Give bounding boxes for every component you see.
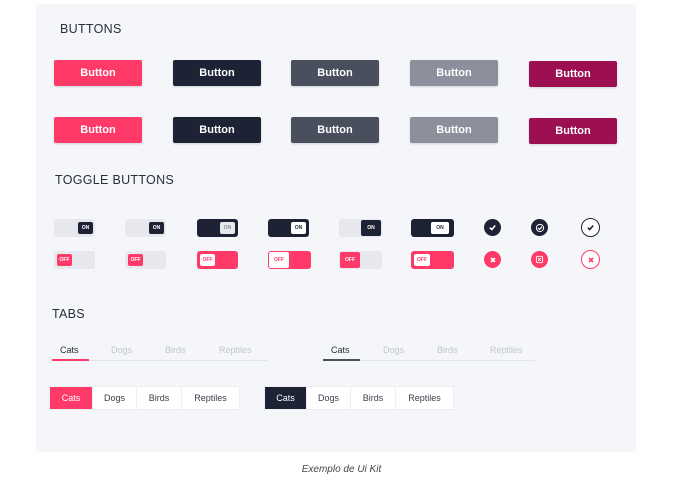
toggle-on-light-3[interactable]: ON xyxy=(339,219,382,237)
tab-reptiles[interactable]: Reptiles xyxy=(396,387,453,409)
close-square-filled-icon[interactable] xyxy=(531,251,548,268)
close-filled-icon[interactable] xyxy=(484,251,501,268)
toggles-section-title: TOGGLE BUTTONS xyxy=(55,173,175,187)
tab-reptiles[interactable]: Reptiles xyxy=(490,345,523,355)
button-navy[interactable]: Button xyxy=(173,60,261,86)
button-grey[interactable]: Button xyxy=(410,60,498,86)
tab-birds[interactable]: Birds xyxy=(351,387,396,409)
toggle-knob: OFF xyxy=(200,254,215,266)
check-outline-filled-icon[interactable] xyxy=(531,219,548,236)
segmented-tabs-pink: Cats Dogs Birds Reptiles xyxy=(50,387,239,409)
toggle-knob: ON xyxy=(291,222,306,234)
toggle-knob: ON xyxy=(361,220,381,236)
button-magenta[interactable]: Button xyxy=(529,61,617,87)
toggle-on-light-2[interactable]: ON xyxy=(125,219,166,237)
tabs-section-title: TABS xyxy=(52,307,85,321)
button-pink-hover[interactable]: Button xyxy=(54,117,142,143)
tab-dogs[interactable]: Dogs xyxy=(307,387,351,409)
toggle-knob: OFF xyxy=(414,254,430,266)
tab-cats[interactable]: Cats xyxy=(265,387,307,409)
toggle-knob: ON xyxy=(220,222,235,234)
tab-reptiles[interactable]: Reptiles xyxy=(182,387,239,409)
segmented-tabs-dark: Cats Dogs Birds Reptiles xyxy=(265,387,453,409)
toggle-on-dark-3[interactable]: ON xyxy=(411,219,454,237)
toggle-on-light-1[interactable]: ON xyxy=(54,219,95,237)
toggle-on-dark-2[interactable]: ON xyxy=(268,219,309,237)
tab-dogs[interactable]: Dogs xyxy=(93,387,137,409)
tab-active-indicator xyxy=(52,359,89,361)
tab-cats[interactable]: Cats xyxy=(331,345,350,355)
tab-cats[interactable]: Cats xyxy=(60,345,79,355)
toggle-knob: OFF xyxy=(269,252,289,268)
button-magenta-hover[interactable]: Button xyxy=(529,118,617,144)
tab-birds[interactable]: Birds xyxy=(437,345,458,355)
tab-birds[interactable]: Birds xyxy=(137,387,182,409)
toggle-knob: ON xyxy=(431,222,449,234)
check-outline-icon[interactable] xyxy=(581,218,600,237)
toggle-off-pink-1[interactable]: OFF xyxy=(197,251,238,269)
toggle-off-light-3[interactable]: OFF xyxy=(339,251,382,269)
tab-dogs[interactable]: Dogs xyxy=(111,345,132,355)
toggle-knob: OFF xyxy=(57,254,72,266)
tab-reptiles[interactable]: Reptiles xyxy=(219,345,252,355)
tab-dogs[interactable]: Dogs xyxy=(383,345,404,355)
toggle-off-pink-3[interactable]: OFF xyxy=(411,251,454,269)
button-slate-hover[interactable]: Button xyxy=(291,117,379,143)
toggle-on-dark-1[interactable]: ON xyxy=(197,219,238,237)
tab-birds[interactable]: Birds xyxy=(165,345,186,355)
button-slate[interactable]: Button xyxy=(291,60,379,86)
button-grey-hover[interactable]: Button xyxy=(410,117,498,143)
tab-active-indicator xyxy=(323,359,360,361)
button-pink[interactable]: Button xyxy=(54,60,142,86)
toggle-knob: ON xyxy=(78,222,93,234)
image-caption: Exemplo de Ui Kit xyxy=(301,464,382,475)
buttons-section-title: BUTTONS xyxy=(60,22,122,36)
toggle-off-light-1[interactable]: OFF xyxy=(54,251,95,269)
toggle-knob: OFF xyxy=(128,254,143,266)
toggle-knob: ON xyxy=(149,222,164,234)
check-filled-icon[interactable] xyxy=(484,219,501,236)
toggle-off-pink-2[interactable]: OFF xyxy=(268,251,311,269)
toggle-off-light-2[interactable]: OFF xyxy=(125,251,166,269)
button-navy-hover[interactable]: Button xyxy=(173,117,261,143)
toggle-knob: OFF xyxy=(340,252,360,268)
tab-cats[interactable]: Cats xyxy=(50,387,93,409)
close-outline-icon[interactable] xyxy=(581,250,600,269)
